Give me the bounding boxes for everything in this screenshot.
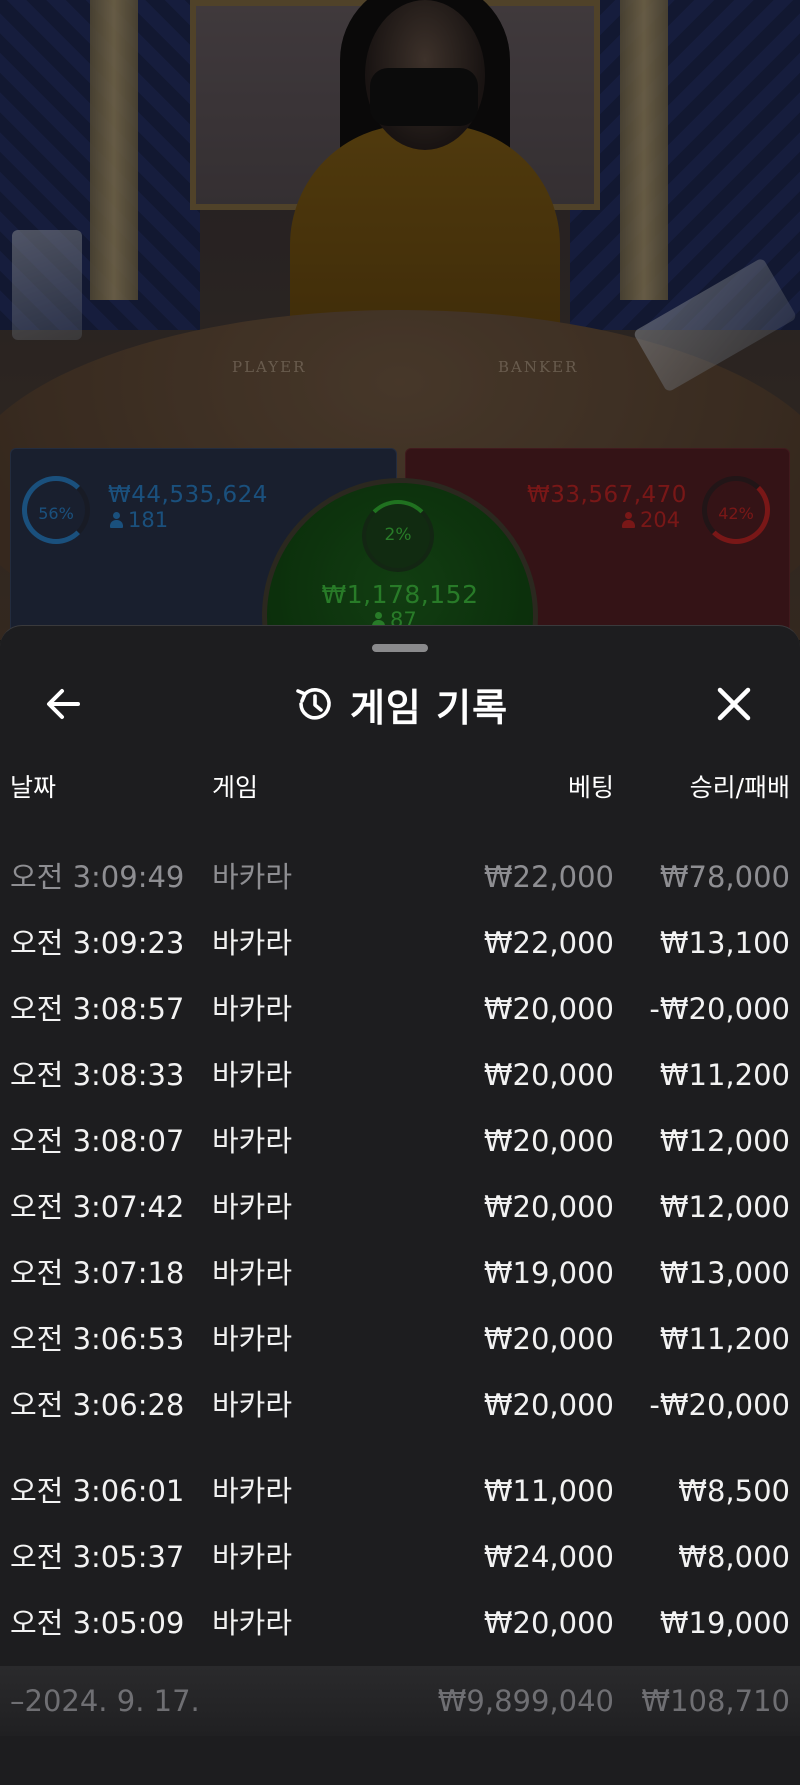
column-header-bet[interactable]: 베팅: [568, 768, 614, 804]
column-header-result[interactable]: 승리/패배: [690, 768, 790, 804]
table-row[interactable]: 오전 3:06:53 바카라 ₩20,000 ₩11,200: [0, 1306, 800, 1372]
modal-backdrop[interactable]: [0, 0, 800, 640]
row-game: 바카라: [212, 1540, 293, 1574]
row-game: 바카라: [212, 992, 293, 1026]
row-time: 오전 3:09:49: [10, 860, 185, 894]
table-row[interactable]: 오전 3:07:42 바카라 ₩20,000 ₩12,000: [0, 1174, 800, 1240]
table-row[interactable]: 오전 3:06:28 바카라 ₩20,000 -₩20,000: [0, 1372, 800, 1438]
table-row[interactable]: 오전 3:06:01 바카라 ₩11,000 ₩8,500: [0, 1466, 800, 1524]
row-result: ₩8,000: [678, 1540, 790, 1574]
row-bet: ₩20,000: [483, 1388, 614, 1422]
row-bet: ₩11,000: [483, 1474, 614, 1508]
row-bet: ₩20,000: [483, 992, 614, 1026]
row-result: ₩12,000: [659, 1124, 790, 1158]
row-game: 바카라: [212, 1474, 293, 1508]
game-history-sheet: 게임 기록 날짜 게임 베팅 승리/패배 오전 3:10:15 바카라 ₩22,…: [0, 625, 800, 1785]
row-game: 바카라: [212, 860, 293, 894]
row-time: 오전 3:10:15: [10, 826, 184, 846]
row-result: ₩8,500: [678, 1474, 790, 1508]
table-row[interactable]: 오전 3:08:57 바카라 ₩20,000 -₩20,000: [0, 976, 800, 1042]
summary-date: –2024. 9. 17.: [10, 1684, 200, 1718]
close-icon: [717, 687, 751, 721]
close-button[interactable]: [706, 676, 762, 732]
row-bet: ₩20,000: [483, 1190, 614, 1224]
daily-summary-row[interactable]: –2024. 9. 17. ₩9,899,040 ₩108,710: [0, 1666, 800, 1736]
row-game: 바카라: [212, 926, 293, 960]
row-time: 오전 3:06:53: [10, 1322, 185, 1356]
row-time: 오전 3:08:33: [10, 1058, 185, 1092]
row-result: ₩13,000: [659, 1256, 790, 1290]
row-time: 오전 3:06:01: [10, 1474, 185, 1508]
table-row[interactable]: 오전 3:10:15 바카라 ₩22,000 ₩14,000: [0, 826, 800, 846]
row-game: 바카라: [212, 826, 292, 846]
summary-result-total: ₩108,710: [641, 1684, 790, 1718]
row-time: 오전 3:05:09: [10, 1606, 185, 1640]
row-bet: ₩19,000: [483, 1256, 614, 1290]
table-row[interactable]: 오전 3:08:07 바카라 ₩20,000 ₩12,000: [0, 1108, 800, 1174]
table-row[interactable]: 오전 3:05:09 바카라 ₩20,000 ₩19,000: [0, 1590, 800, 1656]
row-result: ₩14,000: [660, 826, 790, 846]
row-game: 바카라: [212, 1058, 293, 1092]
history-icon: [296, 688, 331, 720]
row-time: 오전 3:08:07: [10, 1124, 185, 1158]
table-row[interactable]: 오전 3:09:23 바카라 ₩22,000 ₩13,100: [0, 910, 800, 976]
row-game: 바카라: [212, 1606, 293, 1640]
row-result: ₩12,000: [659, 1190, 790, 1224]
row-game: 바카라: [212, 1322, 293, 1356]
row-result: ₩19,000: [659, 1606, 790, 1640]
sheet-header: 게임 기록: [0, 674, 800, 734]
row-time: 오전 3:08:57: [10, 992, 185, 1026]
row-bet: ₩20,000: [483, 1322, 614, 1356]
table-row[interactable]: 오전 3:05:37 바카라 ₩24,000 ₩8,000: [0, 1524, 800, 1590]
row-game: 바카라: [212, 1124, 293, 1158]
row-time: 오전 3:05:37: [10, 1540, 185, 1574]
row-bet: ₩24,000: [483, 1540, 614, 1574]
row-time: 오전 3:09:23: [10, 926, 185, 960]
row-game: 바카라: [212, 1256, 293, 1290]
row-bet: ₩20,000: [483, 1124, 614, 1158]
row-bet: ₩20,000: [483, 1606, 614, 1640]
row-time: 오전 3:07:42: [10, 1190, 185, 1224]
row-bet: ₩22,000: [483, 860, 614, 894]
sheet-title: 게임 기록: [349, 685, 509, 730]
table-row[interactable]: 오전 3:07:18 바카라 ₩19,000 ₩13,000: [0, 1240, 800, 1306]
table-row[interactable]: 오전 3:08:33 바카라 ₩20,000 ₩11,200: [0, 1042, 800, 1108]
row-time: 오전 3:06:28: [10, 1388, 185, 1422]
row-bet: ₩22,000: [483, 926, 614, 960]
row-time: 오전 3:07:18: [10, 1256, 185, 1290]
row-result: ₩11,200: [659, 1322, 790, 1356]
history-list[interactable]: 오전 3:10:15 바카라 ₩22,000 ₩14,000 오전 3:09:4…: [0, 826, 800, 1466]
row-result: ₩11,200: [659, 1058, 790, 1092]
column-header-date[interactable]: 날짜: [10, 768, 56, 804]
row-result: ₩13,100: [659, 926, 790, 960]
row-result: -₩20,000: [649, 1388, 790, 1422]
row-game: 바카라: [212, 1190, 293, 1224]
summary-bet-total: ₩9,899,040: [437, 1684, 614, 1718]
row-result: ₩78,000: [659, 860, 790, 894]
column-header-game[interactable]: 게임: [212, 768, 258, 804]
drag-handle[interactable]: [372, 644, 428, 652]
row-bet: ₩22,000: [484, 826, 614, 846]
table-header: 날짜 게임 베팅 승리/패배: [0, 768, 800, 818]
row-result: -₩20,000: [649, 992, 790, 1026]
row-bet: ₩20,000: [483, 1058, 614, 1092]
row-game: 바카라: [212, 1388, 293, 1422]
history-list-continued[interactable]: 오전 3:06:01 바카라 ₩11,000 ₩8,500 오전 3:05:37…: [0, 1466, 800, 1666]
table-row[interactable]: 오전 3:09:49 바카라 ₩22,000 ₩78,000: [0, 844, 800, 910]
